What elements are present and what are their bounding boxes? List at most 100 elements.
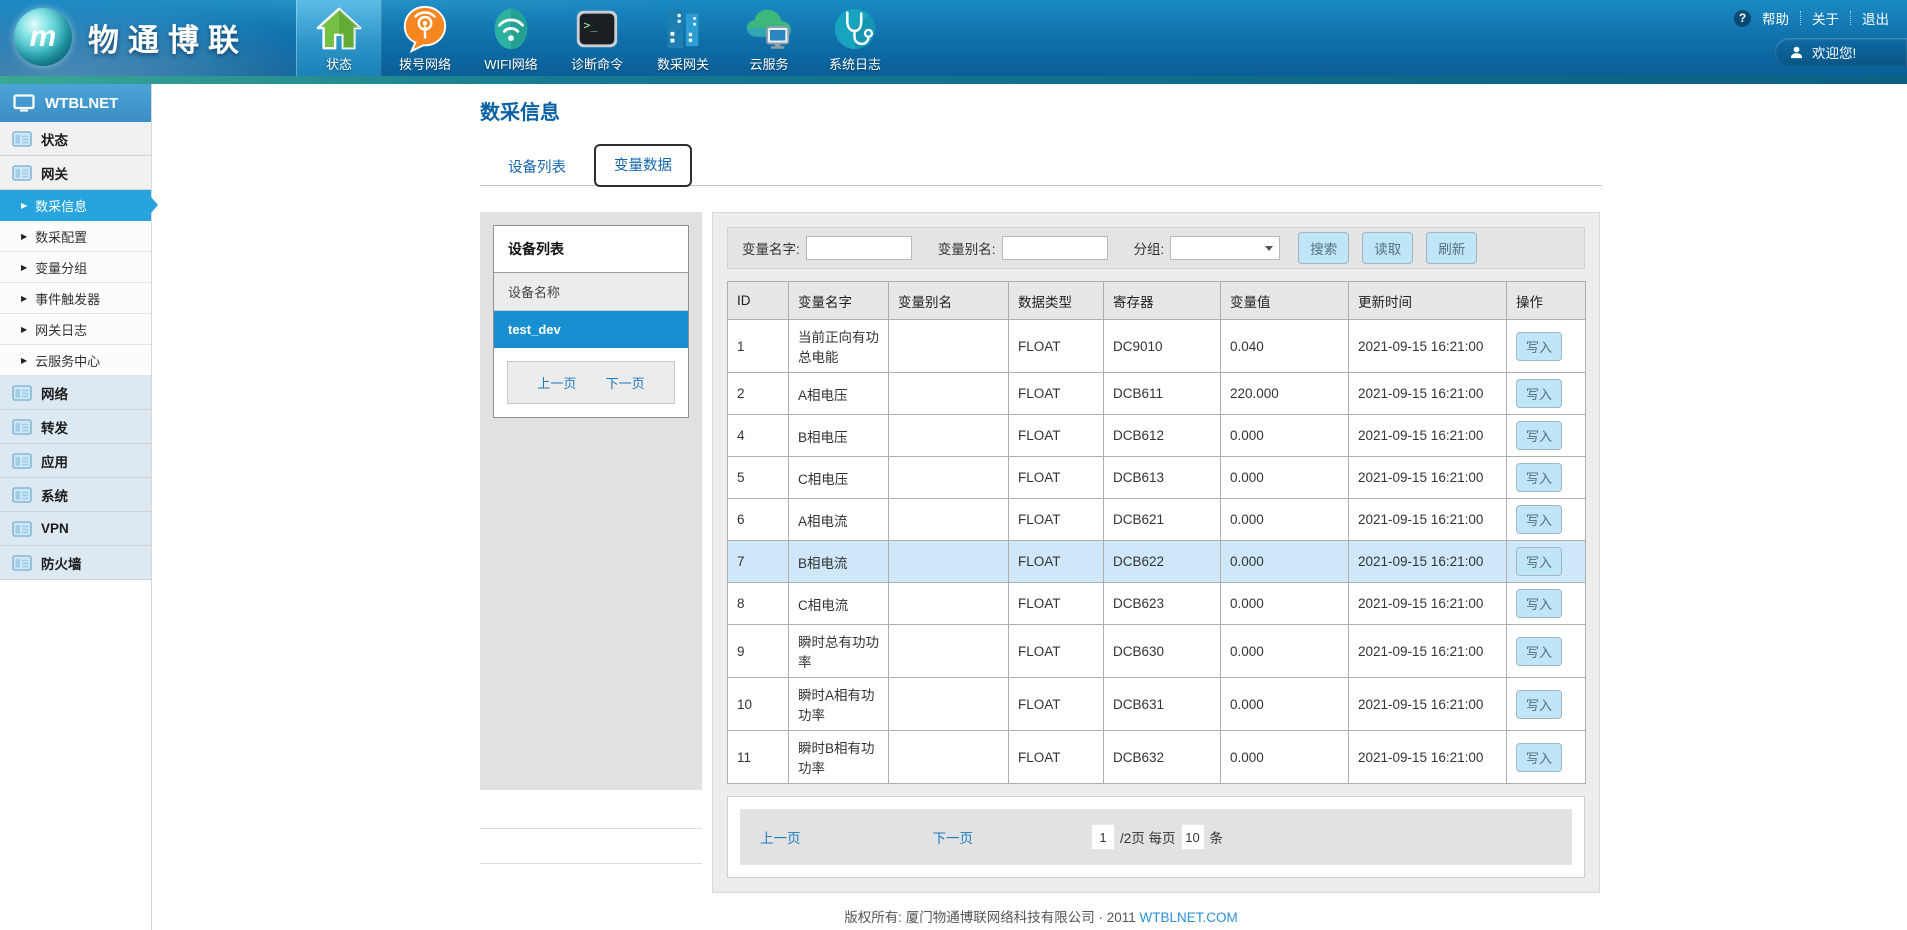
sidebar-item-vpn[interactable]: VPN <box>0 512 151 546</box>
page-number-input[interactable] <box>1091 824 1115 850</box>
sidebar-item-status[interactable]: 状态 <box>0 122 151 156</box>
logout-link[interactable]: 退出 <box>1862 8 1889 28</box>
navbar-bottom-strip <box>0 76 1907 84</box>
nav-item-wifi-network[interactable]: WIFI网络 <box>468 0 554 76</box>
cell-type: FLOAT <box>1009 320 1104 373</box>
cell-action: 写入 <box>1507 583 1586 625</box>
col-header-action: 操作 <box>1507 282 1586 320</box>
cell-name: B相电流 <box>789 541 889 583</box>
cell-type: FLOAT <box>1009 625 1104 678</box>
logo-icon: m <box>14 8 72 66</box>
table-row[interactable]: 2A相电压FLOATDCB611220.0002021-09-15 16:21:… <box>728 373 1586 415</box>
table-row[interactable]: 1当前正向有功总电能FLOATDC90100.0402021-09-15 16:… <box>728 320 1586 373</box>
search-button[interactable]: 搜索 <box>1298 232 1349 264</box>
cell-action: 写入 <box>1507 541 1586 583</box>
triangle-bullet-icon: ▶ <box>21 356 27 365</box>
tab-device-list[interactable]: 设备列表 <box>492 148 582 185</box>
grid-icon <box>12 487 32 503</box>
help-link[interactable]: 帮助 <box>1762 8 1789 28</box>
cell-time: 2021-09-15 16:21:00 <box>1349 678 1507 731</box>
gateway-icon <box>658 4 708 54</box>
col-header-name: 变量名字 <box>789 282 889 320</box>
sidebar-item-variable-group[interactable]: ▶ 变量分组 <box>0 252 151 283</box>
write-button[interactable]: 写入 <box>1516 505 1562 534</box>
table-row[interactable]: 9瞬时总有功功率FLOATDCB6300.0002021-09-15 16:21… <box>728 625 1586 678</box>
write-button[interactable]: 写入 <box>1516 463 1562 492</box>
table-row[interactable]: 7B相电流FLOATDCB6220.0002021-09-15 16:21:00… <box>728 541 1586 583</box>
table-row[interactable]: 8C相电流FLOATDCB6230.0002021-09-15 16:21:00… <box>728 583 1586 625</box>
device-list-box: 设备列表 设备名称 test_dev 上一页 下一页 <box>493 225 689 418</box>
write-button[interactable]: 写入 <box>1516 547 1562 576</box>
cell-name: C相电压 <box>789 457 889 499</box>
sidebar-item-gateway[interactable]: 网关 <box>0 156 151 190</box>
group-label: 分组: <box>1134 238 1165 258</box>
write-button[interactable]: 写入 <box>1516 589 1562 618</box>
divider <box>1800 11 1801 25</box>
cell-value: 0.000 <box>1221 583 1349 625</box>
nav-item-daq-gateway[interactable]: 数采网关 <box>640 0 726 76</box>
table-row[interactable]: 5C相电压FLOATDCB6130.0002021-09-15 16:21:00… <box>728 457 1586 499</box>
cell-register: DCB613 <box>1104 457 1221 499</box>
nav-item-status[interactable]: 状态 <box>296 0 382 76</box>
sidebar-item-application[interactable]: 应用 <box>0 444 151 478</box>
sidebar-header: WTBLNET <box>0 84 151 122</box>
prev-page-link[interactable]: 上一页 <box>760 827 801 847</box>
sidebar-item-firewall[interactable]: 防火墙 <box>0 546 151 580</box>
refresh-button[interactable]: 刷新 <box>1426 232 1477 264</box>
cell-alias <box>889 541 1009 583</box>
tab-variable-data[interactable]: 变量数据 <box>594 144 692 187</box>
table-row[interactable]: 4B相电压FLOATDCB6120.0002021-09-15 16:21:00… <box>728 415 1586 457</box>
variable-name-label: 变量名字: <box>742 238 800 258</box>
nav-item-cloud-service[interactable]: 云服务 <box>726 0 812 76</box>
table-row[interactable]: 10瞬时A相有功功率FLOATDCB6310.0002021-09-15 16:… <box>728 678 1586 731</box>
variable-name-input[interactable] <box>806 236 912 260</box>
cell-action: 写入 <box>1507 625 1586 678</box>
next-page-link[interactable]: 下一页 <box>933 827 974 847</box>
table-row[interactable]: 6A相电流FLOATDCB6210.0002021-09-15 16:21:00… <box>728 499 1586 541</box>
write-button[interactable]: 写入 <box>1516 379 1562 408</box>
main-content: 数采信息 设备列表 变量数据 设备列表 设备名称 test_dev 上一页 下一… <box>152 84 1907 930</box>
wtblnet-link[interactable]: WTBLNET.COM <box>1140 910 1238 925</box>
sidebar-item-daq-info[interactable]: ▶ 数采信息 <box>0 190 151 221</box>
cell-action: 写入 <box>1507 731 1586 784</box>
read-button[interactable]: 读取 <box>1362 232 1413 264</box>
variable-alias-input[interactable] <box>1002 236 1108 260</box>
sidebar-item-cloud-center[interactable]: ▶ 云服务中心 <box>0 345 151 376</box>
device-row-selected[interactable]: test_dev <box>494 311 688 348</box>
cloud-icon <box>744 4 794 54</box>
cell-type: FLOAT <box>1009 499 1104 541</box>
device-next-page-link[interactable]: 下一页 <box>606 373 645 392</box>
write-button[interactable]: 写入 <box>1516 743 1562 772</box>
cell-time: 2021-09-15 16:21:00 <box>1349 731 1507 784</box>
cell-value: 220.000 <box>1221 373 1349 415</box>
nav-item-dialup-network[interactable]: 拨号网络 <box>382 0 468 76</box>
write-button[interactable]: 写入 <box>1516 637 1562 666</box>
user-icon <box>1789 45 1804 60</box>
sidebar: WTBLNET 状态 网关 ▶ 数采信息 ▶ 数采配置 ▶ 变量分组 ▶ 事件触… <box>0 84 152 930</box>
sidebar-item-daq-config[interactable]: ▶ 数采配置 <box>0 221 151 252</box>
write-button[interactable]: 写入 <box>1516 690 1562 719</box>
tab-bar: 设备列表 变量数据 <box>480 146 1602 186</box>
write-button[interactable]: 写入 <box>1516 421 1562 450</box>
cell-name: A相电压 <box>789 373 889 415</box>
sidebar-item-forwarding[interactable]: 转发 <box>0 410 151 444</box>
sidebar-item-network[interactable]: 网络 <box>0 376 151 410</box>
nav-item-system-log[interactable]: 系统日志 <box>812 0 898 76</box>
nav-item-diagnostic-command[interactable]: >_ 诊断命令 <box>554 0 640 76</box>
sidebar-item-event-trigger[interactable]: ▶ 事件触发器 <box>0 283 151 314</box>
cell-time: 2021-09-15 16:21:00 <box>1349 541 1507 583</box>
group-select[interactable] <box>1170 236 1280 260</box>
write-button[interactable]: 写入 <box>1516 332 1562 361</box>
table-row[interactable]: 11瞬时B相有功功率FLOATDCB6320.0002021-09-15 16:… <box>728 731 1586 784</box>
cell-id: 8 <box>728 583 789 625</box>
welcome-badge[interactable]: 欢迎您! <box>1775 38 1907 66</box>
page-size-input[interactable] <box>1181 824 1205 850</box>
filter-bar: 变量名字: 变量别名: 分组: 搜索 读取 刷新 <box>727 227 1585 269</box>
svg-text:>_: >_ <box>584 18 598 32</box>
device-prev-page-link[interactable]: 上一页 <box>537 373 576 392</box>
about-link[interactable]: 关于 <box>1812 8 1839 28</box>
cell-time: 2021-09-15 16:21:00 <box>1349 320 1507 373</box>
sidebar-item-system[interactable]: 系统 <box>0 478 151 512</box>
cell-action: 写入 <box>1507 499 1586 541</box>
sidebar-item-gateway-log[interactable]: ▶ 网关日志 <box>0 314 151 345</box>
